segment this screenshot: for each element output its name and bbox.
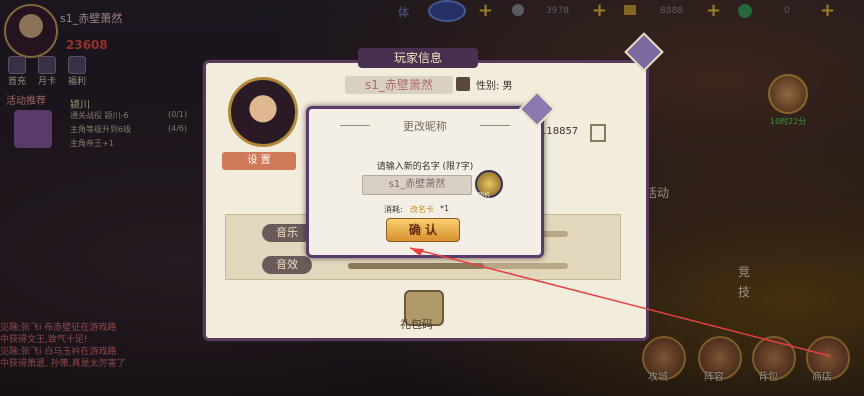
annotation-arrow: [409, 247, 831, 357]
arrow-head: [410, 248, 424, 256]
arrow-line: [409, 247, 831, 357]
